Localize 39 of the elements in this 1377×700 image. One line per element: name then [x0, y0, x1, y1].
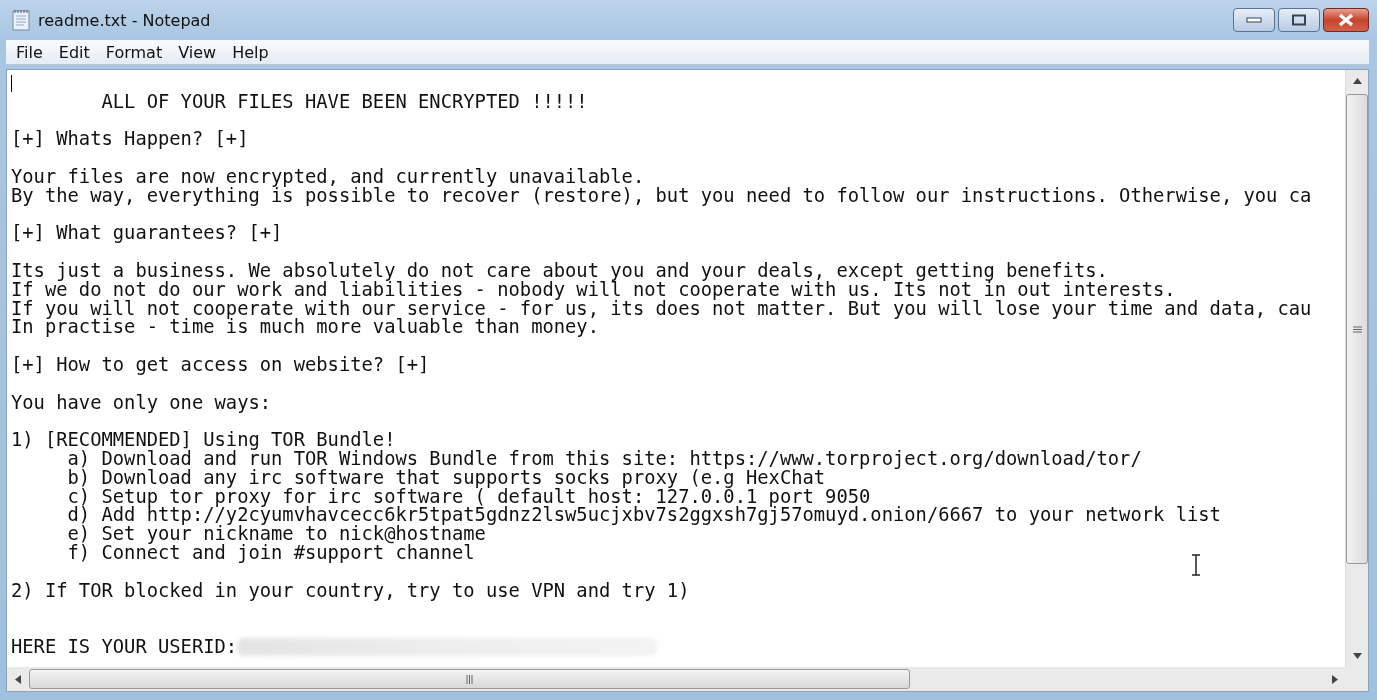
text-cursor-icon	[1191, 554, 1201, 576]
text-line: 2) If TOR blocked in your country, try to use VPN and try 1)	[11, 581, 690, 601]
notepad-icon	[12, 9, 30, 31]
text-line: b) Download any irc software that supports socks proxy (e.g HexChat	[66, 468, 826, 488]
menu-item[interactable]: Format	[97, 42, 171, 62]
text-line: d) Add http://y2cyumvhavcecc6kr5tpat5gdnz2lsw5ucjxbv7s2ggxsh7gj57omuyd.onion/6667 to your network list	[66, 506, 1221, 526]
menu-item[interactable]: Help	[224, 42, 277, 62]
minimize-button[interactable]	[1233, 8, 1275, 32]
text-line: Your files are now encrypted, and currently unavailable.	[11, 168, 645, 187]
minimize-icon	[1245, 16, 1263, 24]
text-line: c) Setup tor proxy for irc software ( default host: 127.0.0.1 port 9050	[66, 487, 871, 507]
text-line: Its just a business. We absolutely do not care about you and your deals, except getting benefits.	[11, 261, 1108, 281]
text-line: f) Connect and join #support channel	[66, 543, 475, 563]
text-line: e) Set your nickname to nick@hostname	[66, 525, 486, 544]
vertical-scrollbar[interactable]	[1345, 70, 1368, 667]
text-line: ALL OF YOUR FILES HAVE BEEN ENCRYPTED !!!!!	[100, 92, 588, 112]
close-button[interactable]	[1323, 8, 1369, 32]
text-line: a) Download and run TOR Windows Bundle from this site: https://www.torproject.org/download/tor/	[67, 449, 1142, 469]
menu-item[interactable]: File	[8, 42, 51, 62]
scroll-thumb[interactable]	[1346, 94, 1368, 564]
close-icon	[1337, 13, 1355, 27]
text-cursor	[11, 74, 12, 92]
horizontal-scrollbar[interactable]	[7, 667, 1346, 691]
text-line: [+] Whats Happen? [+]	[11, 130, 249, 150]
text-line: By the way, everything is possible to recover (restore), but you need to follow our instructions. Otherwise, you ca	[11, 186, 1312, 206]
text-line: You have only one ways:	[11, 393, 272, 413]
maximize-icon	[1291, 14, 1307, 26]
text-line: HERE IS YOUR USERID:	[11, 637, 238, 657]
text-line: If we do not do our work and liabilities - nobody will not cooperate with us. Its not in out interests.	[11, 280, 1176, 300]
text-line: 1) [RECOMMENDED] Using TOR Bundle!	[11, 431, 396, 450]
scroll-thumb[interactable]	[29, 669, 910, 689]
text-line: [+] What guarantees? [+]	[11, 224, 283, 244]
maximize-button[interactable]	[1278, 8, 1320, 32]
menu-item[interactable]: Edit	[50, 42, 98, 62]
menu-item[interactable]: View	[170, 42, 225, 62]
text-line: [+] How to get access on website? [+]	[11, 355, 430, 375]
text-line: If you will not cooperate with our service - for us, its does not matter. But you will lose your time and data, cau	[11, 299, 1312, 319]
text-line: In practise - time is much more valuable than money.	[11, 318, 599, 338]
window-title: readme.txt - Notepad	[38, 10, 211, 30]
